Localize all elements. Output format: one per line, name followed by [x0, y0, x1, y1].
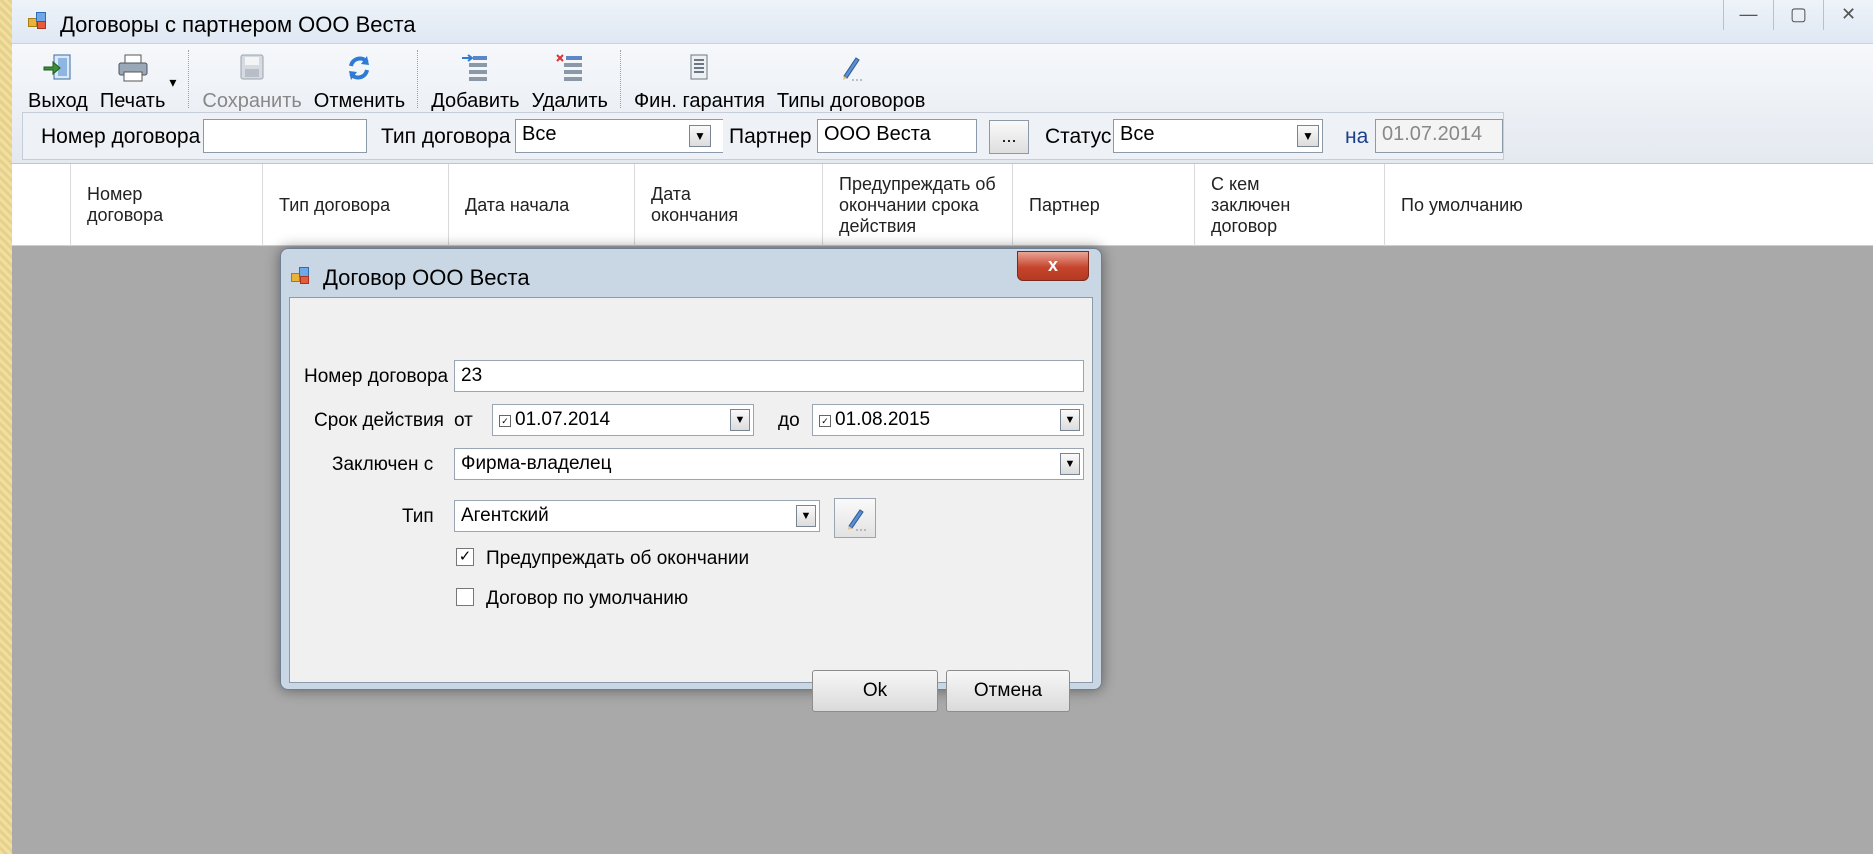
- term-from-date-picker[interactable]: ✓ 01.07.2014: [492, 404, 754, 436]
- status-filter-label: Статус: [1045, 125, 1112, 148]
- toolbar-separator: [188, 50, 190, 108]
- ok-button[interactable]: Ok: [812, 670, 938, 712]
- column-partner[interactable]: Партнер: [1012, 164, 1194, 246]
- term-from-date-value: 01.07.2014: [515, 409, 611, 430]
- save-button[interactable]: Сохранить: [196, 50, 307, 112]
- left-decor-strip: [0, 0, 12, 854]
- contracts-grid-header: Номер договора Тип договора Дата начала Д…: [12, 164, 1873, 246]
- save-icon: [235, 52, 269, 84]
- document-icon: [682, 52, 716, 84]
- concluded-with-label: Заключен с: [332, 454, 434, 475]
- toolbar-separator: [619, 50, 622, 108]
- column-default[interactable]: По умолчанию: [1384, 164, 1873, 246]
- dialog-title: Договор ООО Веста: [323, 265, 530, 290]
- edit-pencil-icon: [848, 509, 866, 531]
- type-select[interactable]: Агентский: [454, 500, 820, 532]
- column-concluded-with[interactable]: С кем заключен договор: [1194, 164, 1384, 246]
- term-to-checkbox[interactable]: ✓: [819, 415, 831, 427]
- term-to-date-picker[interactable]: ✓ 01.08.2015: [812, 404, 1084, 436]
- term-from-checkbox[interactable]: ✓: [499, 415, 511, 427]
- term-to-dropdown-arrow[interactable]: ▼: [1060, 409, 1080, 431]
- window-title: Договоры с партнером ООО Веста: [60, 12, 416, 37]
- term-from-label: от: [454, 410, 473, 431]
- contract-number-filter-label: Номер договора: [41, 125, 201, 148]
- contract-number-filter-input[interactable]: [203, 119, 367, 153]
- term-label: Срок действия: [314, 410, 444, 431]
- date-filter-input[interactable]: 01.07.2014: [1375, 119, 1503, 153]
- edit-pencil-icon: [834, 52, 868, 84]
- window-titlebar: Договоры с партнером ООО Веста — ▢ ✕: [12, 0, 1873, 44]
- term-to-label: до: [778, 410, 800, 431]
- column-contract-number[interactable]: Номер договора: [70, 164, 262, 246]
- maximize-button[interactable]: ▢: [1773, 0, 1823, 30]
- default-contract-label: Договор по умолчанию: [486, 588, 689, 609]
- toolbar-separator: [417, 50, 419, 108]
- column-end-date[interactable]: Дата окончания: [634, 164, 822, 246]
- type-label: Тип: [402, 506, 434, 527]
- status-filter-select[interactable]: Все: [1113, 119, 1323, 153]
- partner-filter-input[interactable]: ООО Веста: [817, 119, 977, 153]
- exit-icon: [41, 52, 75, 84]
- cancel-button[interactable]: Отмена: [946, 670, 1070, 712]
- column-contract-type[interactable]: Тип договора: [262, 164, 448, 246]
- fin-guarantee-button[interactable]: Фин. гарантия: [628, 50, 771, 112]
- close-window-button[interactable]: ✕: [1823, 0, 1873, 30]
- contract-number-label: Номер договора: [304, 366, 449, 387]
- default-contract-checkbox[interactable]: [456, 588, 474, 606]
- status-dropdown-arrow[interactable]: ▼: [1297, 125, 1319, 147]
- partner-filter-label: Партнер: [729, 125, 812, 148]
- contract-types-button[interactable]: Типы договоров: [771, 50, 931, 112]
- dialog-close-button[interactable]: x: [1017, 251, 1089, 281]
- print-button[interactable]: Печать ▾: [94, 50, 183, 112]
- contract-number-input[interactable]: 23: [454, 360, 1084, 392]
- concluded-with-dropdown-arrow[interactable]: ▼: [1060, 453, 1080, 475]
- term-from-dropdown-arrow[interactable]: ▼: [730, 409, 750, 431]
- warn-expiry-checkbox[interactable]: ✓: [456, 548, 474, 566]
- partner-browse-button[interactable]: ...: [989, 120, 1029, 154]
- contract-type-filter-label: Тип договора: [381, 125, 511, 148]
- filter-bar: Номер договора Тип договора Все ▼ Партне…: [22, 112, 1504, 160]
- add-row-icon: [458, 52, 492, 84]
- exit-button[interactable]: Выход: [22, 50, 94, 112]
- undo-button[interactable]: Отменить: [308, 50, 411, 112]
- app-icon: [28, 12, 48, 30]
- printer-icon: [116, 52, 150, 84]
- term-to-date-value: 01.08.2015: [835, 409, 931, 430]
- add-button[interactable]: Добавить: [425, 50, 525, 112]
- column-warn-expiry[interactable]: Предупреждать об окончании срока действия: [822, 164, 1012, 246]
- dialog-body: Номер договора 23 Срок действия от ✓ 01.0…: [289, 297, 1093, 712]
- delete-button[interactable]: Удалить: [526, 50, 614, 112]
- column-start-date[interactable]: Дата начала: [448, 164, 634, 246]
- warn-expiry-label: Предупреждать об окончании: [486, 548, 750, 569]
- minimize-button[interactable]: —: [1723, 0, 1773, 30]
- main-toolbar: Выход Печать ▾ Сохранить Отменить Добави…: [12, 44, 1873, 164]
- date-filter-label: на: [1345, 125, 1369, 148]
- dialog-app-icon: [291, 267, 311, 285]
- concluded-with-select[interactable]: Фирма-владелец: [454, 448, 1084, 480]
- print-dropdown-arrow[interactable]: ▾: [169, 74, 176, 91]
- type-dropdown-arrow[interactable]: ▼: [796, 505, 816, 527]
- undo-icon: [342, 52, 376, 84]
- contract-type-dropdown-arrow[interactable]: ▼: [689, 125, 711, 147]
- edit-types-button[interactable]: [834, 498, 876, 538]
- contract-dialog: Договор ООО Веста x Номер договора 23 Ср…: [280, 248, 1102, 712]
- delete-row-icon: [553, 52, 587, 84]
